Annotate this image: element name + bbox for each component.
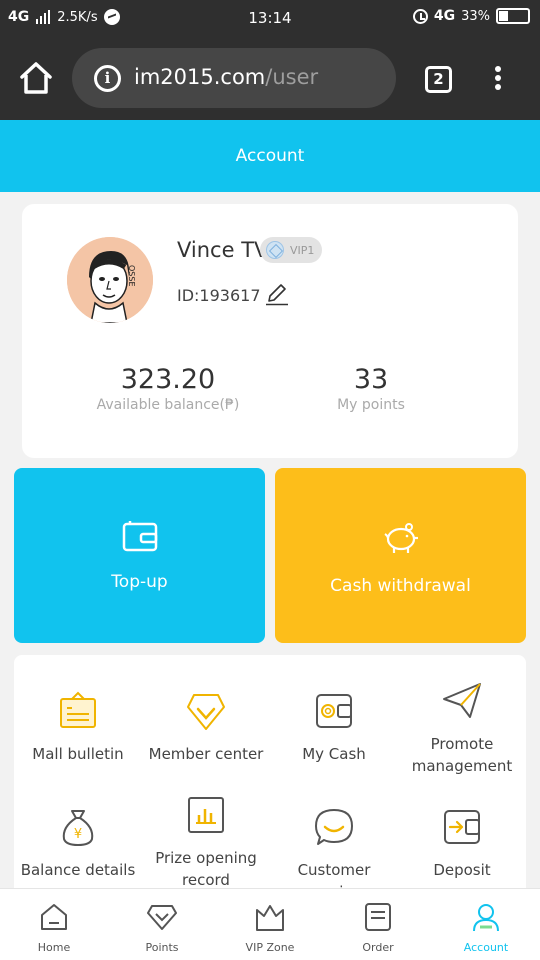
wallet-card-icon	[122, 521, 158, 552]
network-type-right: 4G	[433, 8, 456, 24]
grid-item-my-cash[interactable]: My Cash	[270, 691, 398, 765]
grid-item-deposit[interactable]: Deposit	[398, 807, 526, 881]
grid-item-balance-details[interactable]: ¥ Balance details	[14, 807, 142, 881]
cash-withdrawal-label: Cash withdrawal	[330, 576, 471, 596]
grid-label: Member center	[148, 745, 264, 763]
page-header: Account	[0, 120, 540, 192]
topup-label: Top-up	[111, 572, 168, 592]
user-id-text: ID:193617	[177, 285, 261, 305]
balance-value: 323.20	[120, 364, 216, 395]
grid-item-prize-opening-record[interactable]: Prize opening record	[142, 795, 270, 891]
nav-label: Points	[145, 941, 179, 954]
url-text[interactable]: im2015.com/user	[134, 65, 318, 89]
user-id: ID:193617	[177, 284, 289, 306]
nav-label: VIP Zone	[245, 941, 295, 954]
browser-toolbar: i im2015.com/user 2	[0, 36, 540, 120]
nav-home[interactable]: Home	[0, 889, 108, 960]
vip-diamond-icon	[266, 241, 284, 259]
crown-icon	[256, 905, 284, 931]
grid-item-mall-bulletin[interactable]: Mall bulletin	[14, 691, 142, 765]
grid-item-member-center[interactable]: Member center	[142, 691, 270, 765]
avatar-illustration-icon: OSSE	[67, 237, 153, 323]
chat-icon	[315, 809, 353, 845]
nav-label: Order	[362, 941, 394, 954]
deposit-icon	[444, 810, 480, 844]
profile-card: OSSE Vince TV VIP1 ID:193617 323.20 Avai…	[22, 204, 518, 458]
money-bag-icon: ¥	[62, 810, 94, 847]
battery-icon	[496, 8, 530, 24]
user-name: Vince TV	[177, 238, 269, 262]
address-bar[interactable]: i im2015.com/user	[72, 48, 396, 108]
url-path: /user	[265, 65, 319, 89]
grid-item-customer-service[interactable]: Customer service	[270, 807, 398, 895]
avatar[interactable]: OSSE	[67, 237, 153, 323]
browser-menu-icon[interactable]	[493, 66, 503, 94]
status-right: 4G 33%	[412, 8, 530, 24]
points-label: My points	[337, 397, 405, 413]
nav-label: Account	[463, 941, 509, 954]
services-grid: Mall bulletin Member center My Cash Prom…	[14, 655, 526, 895]
bulletin-icon	[60, 691, 96, 728]
piggy-bank-icon	[384, 523, 418, 553]
battery-fill	[499, 11, 508, 21]
nav-vip-zone[interactable]: VIP Zone	[216, 889, 324, 960]
url-domain: im2015.com	[134, 65, 266, 89]
site-info-icon[interactable]: i	[94, 65, 121, 92]
page-title: Account	[235, 146, 305, 166]
points-value: 33	[353, 364, 389, 395]
vip-badge: VIP1	[260, 237, 322, 263]
tab-switcher-button[interactable]: 2	[425, 66, 452, 93]
edit-pencil-icon[interactable]	[265, 284, 289, 306]
status-bar: 4G 2.5K/s 13:14 4G 33%	[0, 0, 540, 36]
grid-label: Promote management	[411, 735, 513, 775]
order-icon	[365, 903, 391, 931]
wallet-icon	[316, 694, 352, 728]
balance-label: Available balance(₱)	[96, 397, 240, 413]
vip-level: VIP1	[290, 243, 315, 257]
battery-percent: 33%	[461, 8, 490, 24]
person-icon	[473, 904, 499, 932]
paper-plane-icon	[443, 683, 481, 718]
nav-account[interactable]: Account	[432, 889, 540, 960]
grid-label: Balance details	[20, 861, 136, 879]
nav-label: Home	[37, 941, 71, 954]
cash-withdrawal-button[interactable]: Cash withdrawal	[275, 468, 526, 643]
points-stat[interactable]: 33 My points	[281, 364, 461, 413]
grid-item-promote-management[interactable]: Promote management	[398, 681, 526, 777]
diamond-icon	[147, 905, 177, 930]
svg-text:¥: ¥	[74, 827, 82, 842]
nav-order[interactable]: Order	[324, 889, 432, 960]
home-icon	[41, 904, 67, 930]
bar-chart-icon	[188, 797, 224, 833]
balance-stat[interactable]: 323.20 Available balance(₱)	[78, 364, 258, 413]
grid-label: Mall bulletin	[32, 745, 124, 763]
browser-home-icon[interactable]	[18, 60, 54, 96]
alarm-icon	[412, 8, 428, 24]
grid-label: Prize opening record	[155, 849, 257, 889]
nav-points[interactable]: Points	[108, 889, 216, 960]
grid-label: My Cash	[302, 745, 366, 763]
topup-button[interactable]: Top-up	[14, 468, 265, 643]
grid-label: Deposit	[433, 861, 491, 879]
svg-text:OSSE: OSSE	[127, 265, 136, 287]
bottom-navigation: Home Points VIP Zone Order Account	[0, 888, 540, 960]
member-diamond-icon	[187, 694, 225, 730]
